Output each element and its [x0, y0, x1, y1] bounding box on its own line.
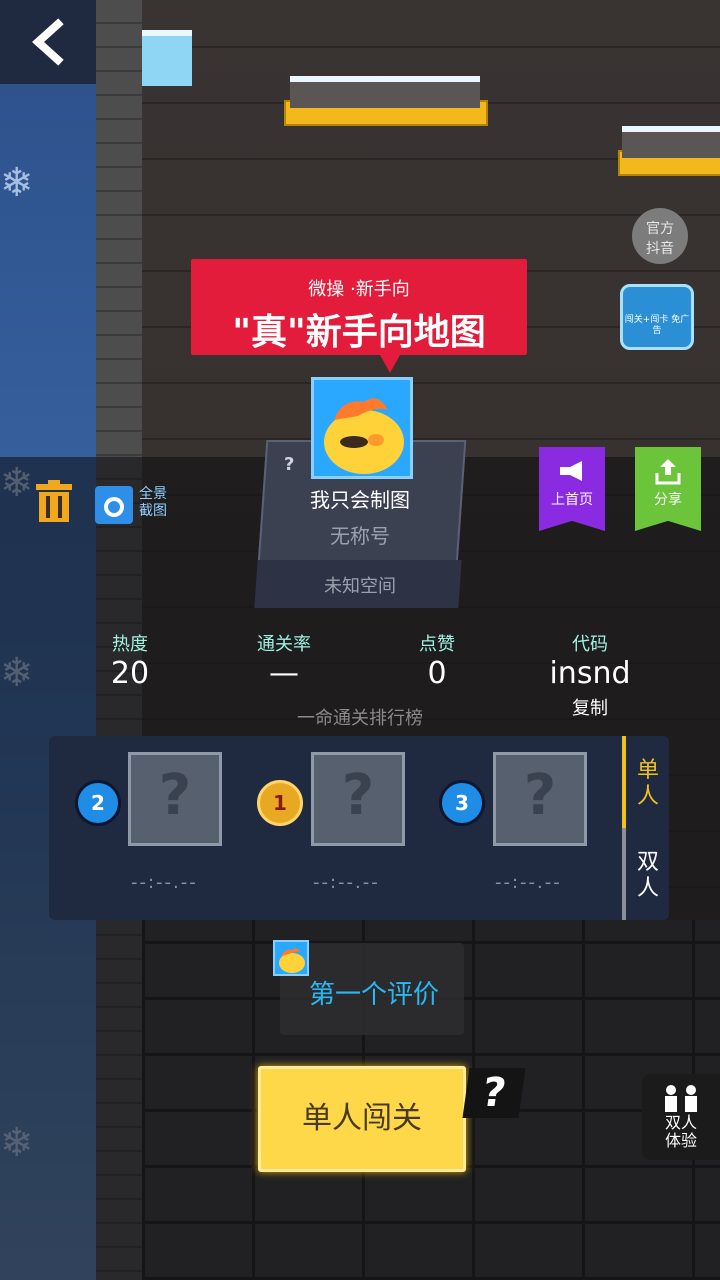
leaderboard-slot-3[interactable]: ? [493, 752, 587, 846]
heat-label: 热度 [112, 634, 148, 655]
chevron-left-icon [32, 18, 64, 66]
ad-free-label: 闯关+闯卡 免广告 [624, 315, 690, 336]
duo-trial-button[interactable]: 双人 体验 [642, 1074, 720, 1160]
code-label: 代码 [572, 634, 608, 655]
leaderboard-mode-tabs: 单人 双人 [622, 736, 669, 920]
record-time: --:--.-- [313, 872, 380, 893]
homepage-label: 上首页 [551, 492, 593, 508]
ad-free-pass-button[interactable]: 闯关+闯卡 免广告 [620, 284, 694, 350]
author-space: 未知空间 [324, 576, 396, 597]
duo-label-1: 双人 [664, 1113, 697, 1132]
clear-rate-label: 通关率 [257, 634, 311, 655]
share-button[interactable]: 分享 [635, 447, 701, 531]
record-time: --:--.-- [131, 872, 198, 893]
map-title: "真"新手向地图 [232, 312, 486, 353]
rank-badge: 2 [75, 780, 121, 826]
leaderboard-slot-1[interactable]: ? [311, 752, 405, 846]
panorama-screenshot-button[interactable]: 全景 截图 [95, 486, 175, 526]
rank-badge: 1 [257, 780, 303, 826]
share-icon [655, 459, 681, 485]
clear-rate-value: — [269, 656, 299, 691]
back-button[interactable] [0, 0, 96, 84]
commenter-avatar [273, 940, 309, 976]
megaphone-icon [560, 461, 582, 481]
icy-spikes [622, 126, 720, 158]
leaderboard-slot-2[interactable]: ? [128, 752, 222, 846]
official-label-2: 抖音 [646, 241, 674, 257]
author-name: 我只会制图 [310, 488, 410, 512]
likes-label: 点赞 [419, 634, 455, 655]
delete-button[interactable] [36, 480, 72, 522]
leaderboard-panel: 2 ? --:--.-- 1 ? --:--.-- 3 ? --:--.-- [49, 736, 669, 920]
screenshot-label-1: 全景 [139, 486, 167, 502]
author-title: 无称号 [330, 524, 390, 548]
promote-homepage-button[interactable]: 上首页 [539, 447, 605, 531]
rank-badge: 3 [439, 780, 485, 826]
first-review-label[interactable]: 第一个评价 [296, 974, 452, 1011]
record-time: --:--.-- [495, 872, 562, 893]
duck-avatar-icon [279, 948, 305, 973]
unknown-mark: ? [284, 454, 295, 475]
leaderboard-title: 一命通关排行榜 [297, 708, 423, 729]
trash-icon [36, 480, 72, 522]
ice-block [142, 30, 192, 86]
single-player-start-button[interactable]: 单人闯关 [258, 1066, 466, 1172]
snowflake-icon: ❄ [0, 160, 34, 206]
map-tags: 微操 ·新手向 [308, 279, 410, 300]
tab-duo[interactable]: 双人 [634, 850, 662, 902]
unknown-player-icon: ? [341, 763, 375, 828]
heat-value: 20 [110, 656, 150, 691]
help-button[interactable]: ? [462, 1068, 526, 1118]
official-label-1: 官方 [646, 221, 674, 237]
author-avatar[interactable] [311, 377, 413, 479]
map-code[interactable]: insnd [530, 656, 650, 691]
active-tab-indicator [622, 736, 626, 828]
tab-single[interactable]: 单人 [634, 758, 662, 810]
unknown-player-icon: ? [158, 763, 192, 828]
unknown-player-icon: ? [523, 763, 557, 828]
copy-code-button[interactable]: 复制 [550, 694, 630, 720]
screenshot-label-2: 截图 [139, 503, 167, 519]
official-douyin-button[interactable]: 官方 抖音 [632, 208, 688, 264]
likes-value: 0 [427, 656, 447, 691]
map-title-banner: 微操 ·新手向 "真"新手向地图 [191, 259, 527, 355]
duck-avatar-icon [324, 398, 404, 474]
share-label: 分享 [654, 492, 682, 508]
icy-spikes [290, 76, 480, 108]
duo-label-2: 体验 [664, 1131, 697, 1150]
banner-pointer [380, 355, 400, 373]
camera-icon [95, 486, 133, 524]
